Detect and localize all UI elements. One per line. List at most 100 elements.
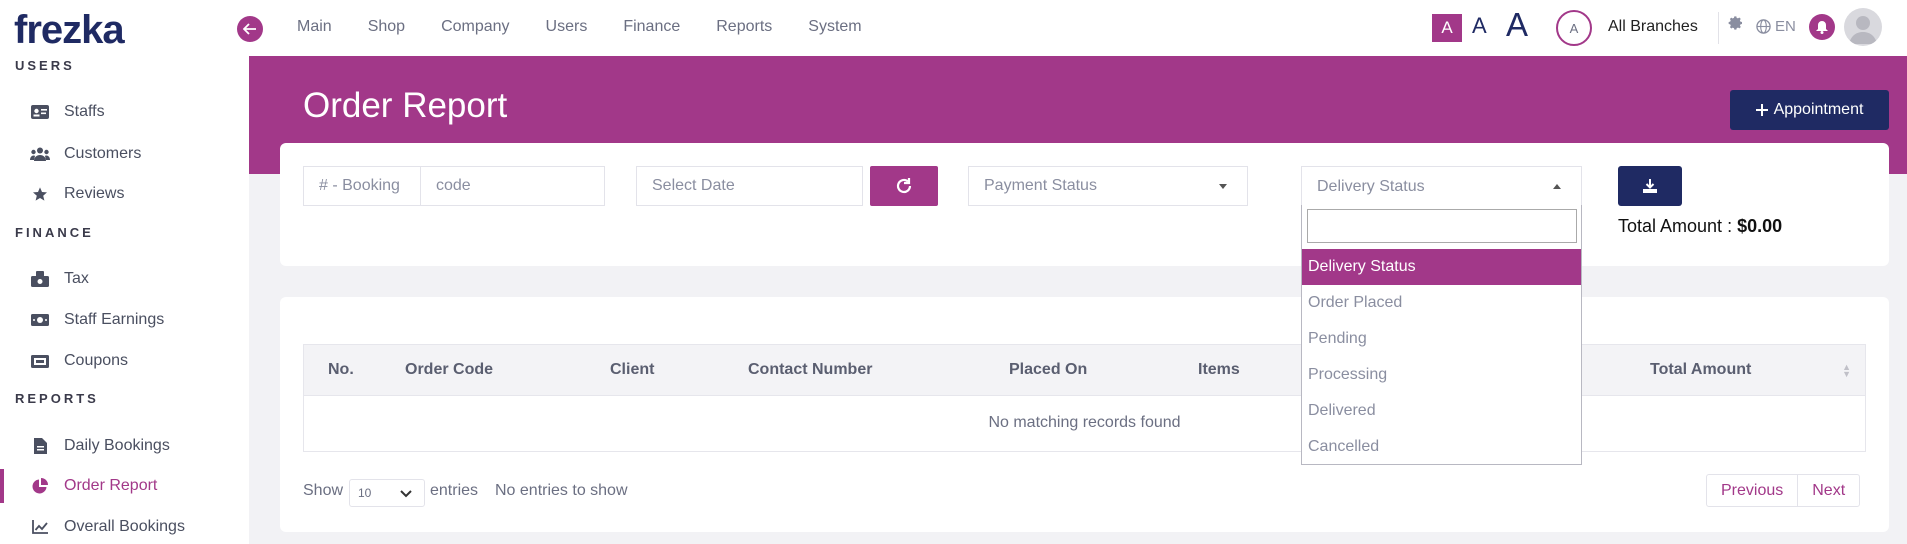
sidebar-item-order-report[interactable]: Order Report (30, 469, 240, 503)
language-selector[interactable]: EN (1756, 18, 1796, 35)
user-avatar[interactable] (1844, 8, 1882, 46)
sidebar-item-coupons[interactable]: Coupons (30, 344, 240, 378)
bell-icon (1816, 20, 1828, 34)
page-title: Order Report (303, 86, 508, 125)
sidebar-item-customers[interactable]: Customers (30, 137, 240, 171)
dropdown-option[interactable]: Processing (1302, 357, 1581, 393)
star-icon (30, 186, 50, 202)
settings-button[interactable] (1728, 15, 1744, 36)
divider (1718, 12, 1719, 44)
sidebar-item-label: Order Report (64, 477, 158, 494)
font-size-large-button[interactable]: A (1506, 6, 1528, 44)
font-size-small-button[interactable]: A (1432, 14, 1462, 42)
line-chart-icon (30, 520, 50, 534)
topnav-system[interactable]: System (808, 18, 861, 36)
topnav-company[interactable]: Company (441, 18, 509, 36)
collapse-sidebar-button[interactable] (237, 16, 263, 42)
branch-avatar[interactable]: A (1556, 10, 1592, 46)
booking-code-input[interactable]: code (420, 166, 605, 206)
chevron-down-icon (400, 490, 412, 498)
table-body: No matching records found (303, 396, 1866, 452)
booking-prefix: # - Booking (303, 166, 421, 206)
sort-icon[interactable]: ▲ ▼ (1842, 363, 1851, 379)
topnav-shop[interactable]: Shop (368, 18, 405, 36)
sidebar-item-staffs[interactable]: Staffs (30, 95, 240, 129)
sidebar-item-tax[interactable]: Tax (30, 262, 240, 296)
brand-logo[interactable]: frezka (14, 8, 125, 53)
next-button[interactable]: Next (1797, 475, 1859, 506)
sidebar-item-label: Customers (64, 145, 142, 162)
sidebar-item-daily-bookings[interactable]: Daily Bookings (30, 429, 240, 463)
sidebar-item-label: Coupons (64, 352, 129, 369)
notifications-button[interactable] (1809, 14, 1835, 40)
sidebar: frezka USERS Staffs Customers Reviews FI… (0, 0, 249, 544)
language-label: EN (1775, 18, 1796, 35)
topnav-finance[interactable]: Finance (623, 18, 680, 36)
sidebar-header-reports: REPORTS (15, 391, 99, 406)
font-size-medium-button[interactable]: A (1472, 13, 1487, 39)
file-icon (30, 438, 50, 454)
id-card-icon (30, 105, 50, 119)
reset-button[interactable] (870, 166, 938, 206)
table-info: No entries to show (495, 482, 628, 499)
top-navigation: Main Shop Company Users Finance Reports … (297, 18, 898, 36)
sidebar-item-label: Reviews (64, 185, 125, 202)
chevron-down-icon (1219, 184, 1227, 189)
pagination: Previous Next (1706, 474, 1861, 507)
dropdown-search-input[interactable] (1307, 209, 1577, 243)
chevron-up-icon (1553, 184, 1561, 189)
sidebar-header-users: USERS (15, 58, 75, 73)
sidebar-item-label: Staffs (64, 103, 105, 120)
plus-icon (1755, 104, 1768, 116)
globe-icon (1756, 19, 1771, 34)
show-label: Show (303, 482, 344, 499)
column-header-no[interactable]: No. (328, 361, 354, 379)
topnav-main[interactable]: Main (297, 18, 332, 36)
branch-selector[interactable]: All Branches (1608, 18, 1698, 36)
appointment-button-label: Appointment (1773, 101, 1864, 118)
delivery-status-value: Delivery Status (1317, 177, 1425, 195)
sidebar-item-reviews[interactable]: Reviews (30, 177, 240, 211)
sidebar-item-label: Overall Bookings (64, 518, 185, 535)
total-amount: Total Amount : $0.00 (1618, 216, 1782, 237)
column-header-order-code[interactable]: Order Code (405, 361, 493, 379)
column-header-client[interactable]: Client (610, 361, 654, 379)
payment-status-select[interactable]: Payment Status (968, 166, 1248, 206)
table-header: No. Order Code Client Contact Number Pla… (303, 344, 1866, 396)
column-header-total-amount[interactable]: Total Amount (1650, 361, 1751, 379)
dropdown-option[interactable]: Delivered (1302, 393, 1581, 429)
date-picker-input[interactable]: Select Date (636, 166, 863, 206)
appointment-button[interactable]: Appointment (1730, 90, 1889, 130)
pie-chart-icon (30, 478, 50, 494)
sidebar-item-overall-bookings[interactable]: Overall Bookings (30, 510, 240, 544)
page-size-select[interactable]: 10 (349, 479, 425, 507)
active-indicator (0, 469, 4, 503)
sidebar-item-label: Daily Bookings (64, 437, 170, 454)
users-icon (30, 147, 50, 161)
tax-icon (30, 271, 50, 287)
column-header-placed-on[interactable]: Placed On (1009, 361, 1087, 379)
page-size-value: 10 (358, 486, 372, 500)
delivery-status-dropdown: Delivery Status Order Placed Pending Pro… (1301, 205, 1582, 465)
dropdown-option[interactable]: Cancelled (1302, 429, 1581, 465)
topnav-users[interactable]: Users (546, 18, 588, 36)
arrow-left-icon (243, 23, 256, 35)
sidebar-item-label: Staff Earnings (64, 311, 165, 328)
column-header-contact-number[interactable]: Contact Number (748, 361, 872, 379)
export-button[interactable] (1618, 166, 1682, 206)
total-amount-label: Total Amount : (1618, 216, 1733, 236)
gear-icon (1728, 16, 1742, 30)
dropdown-option[interactable]: Delivery Status (1302, 249, 1581, 285)
previous-button[interactable]: Previous (1707, 475, 1797, 506)
payment-status-value: Payment Status (984, 177, 1097, 194)
dropdown-option[interactable]: Order Placed (1302, 285, 1581, 321)
topnav-reports[interactable]: Reports (716, 18, 772, 36)
money-icon (30, 314, 50, 326)
user-avatar-icon (1849, 16, 1877, 44)
delivery-status-select[interactable]: Delivery Status (1301, 166, 1582, 206)
column-header-items[interactable]: Items (1198, 361, 1240, 379)
empty-message: No matching records found (988, 414, 1181, 431)
sidebar-item-staff-earnings[interactable]: Staff Earnings (30, 303, 240, 337)
refresh-icon (896, 178, 912, 194)
dropdown-option[interactable]: Pending (1302, 321, 1581, 357)
